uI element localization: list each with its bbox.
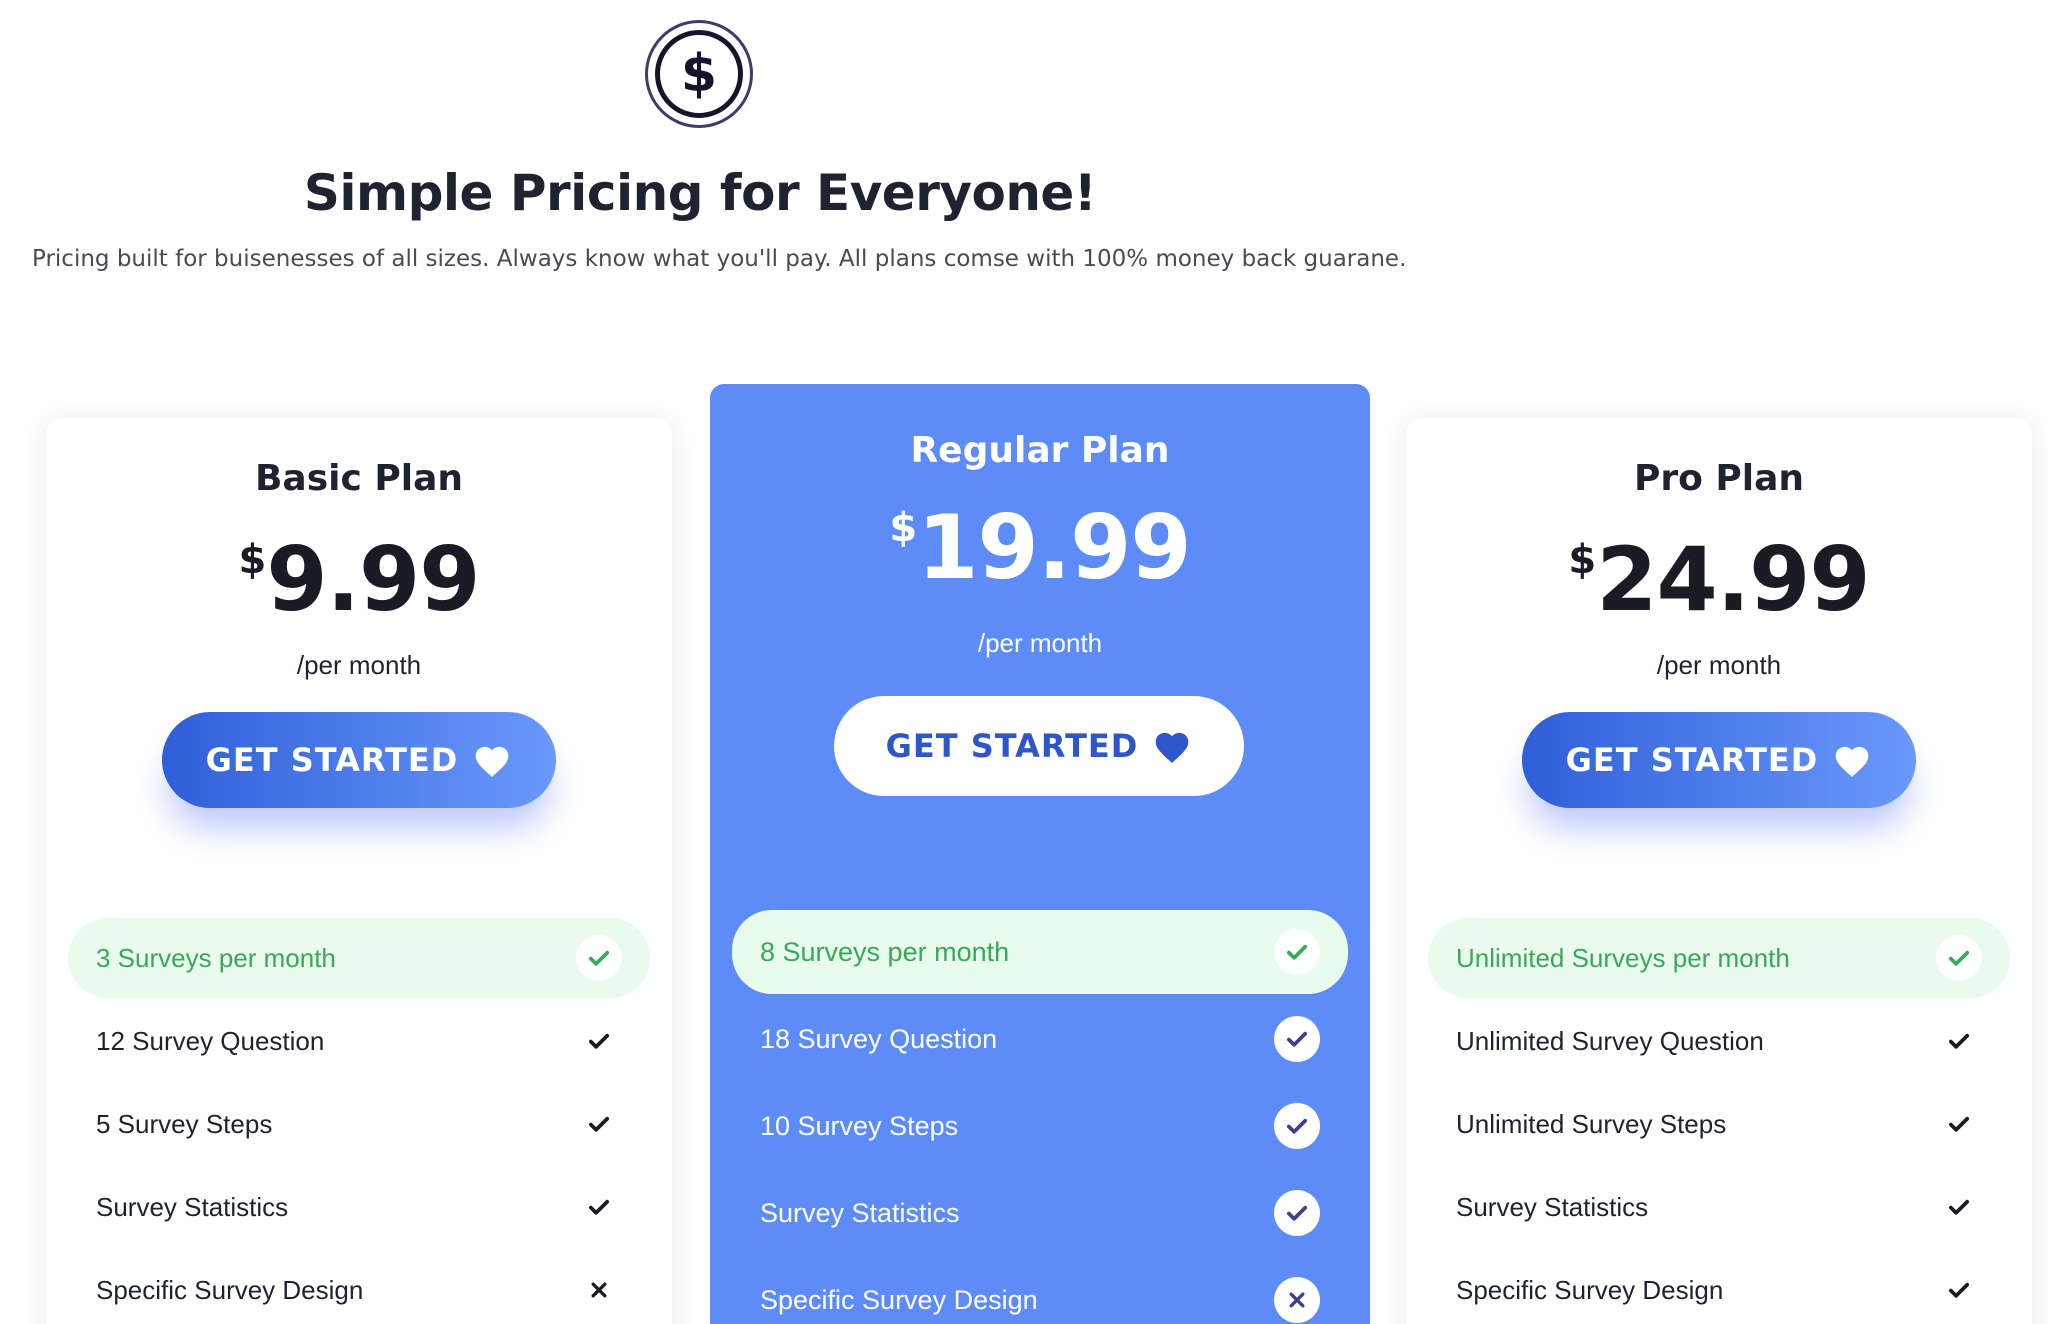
- feature-item: Survey Statistics: [1428, 1167, 2010, 1247]
- heart-icon: [472, 742, 512, 778]
- page-subtitle: Pricing built for buisenesses of all siz…: [32, 246, 1407, 272]
- dollar-sign: $: [655, 30, 743, 118]
- price-amount: 24.99: [1596, 528, 1870, 631]
- check-icon: [1274, 1190, 1320, 1236]
- feature-label: Survey Statistics: [1456, 1191, 1649, 1222]
- feature-item: Specific Survey Design: [732, 1258, 1348, 1324]
- feature-label: Specific Survey Design: [760, 1284, 1038, 1315]
- price-amount: 19.99: [917, 496, 1191, 599]
- currency-symbol: $: [1568, 537, 1597, 583]
- feature-item: 8 Surveys per month: [732, 910, 1348, 994]
- feature-item: 18 Survey Question: [732, 997, 1348, 1081]
- feature-label: Unlimited Survey Steps: [1456, 1108, 1727, 1139]
- get-started-button[interactable]: GET STARTED: [162, 712, 556, 808]
- feature-item: Survey Statistics: [68, 1167, 650, 1247]
- feature-list: 3 Surveys per month 12 Survey Question 5 S…: [68, 918, 650, 1324]
- feature-item: 10 Survey Steps: [732, 1084, 1348, 1168]
- feature-item: Unlimited Survey Question: [1428, 1001, 2010, 1081]
- check-icon: [1274, 929, 1320, 975]
- heart-icon: [1152, 728, 1192, 764]
- dollar-coin-icon: $: [645, 20, 753, 128]
- feature-item: Survey Statistics: [732, 1171, 1348, 1255]
- plan-name: Regular Plan: [910, 430, 1170, 471]
- feature-label: Survey Statistics: [760, 1197, 960, 1228]
- get-started-button[interactable]: GET STARTED: [1522, 712, 1916, 808]
- check-icon: [1936, 935, 1982, 981]
- page-title: Simple Pricing for Everyone!: [303, 164, 1097, 222]
- check-icon: [576, 1101, 622, 1147]
- feature-label: Unlimited Survey Question: [1456, 1025, 1764, 1056]
- get-started-label: GET STARTED: [205, 741, 459, 779]
- currency-symbol: $: [238, 537, 267, 583]
- plan-price: $19.99: [710, 504, 1370, 592]
- billing-period: /per month: [977, 628, 1103, 658]
- heart-icon: [1832, 742, 1872, 778]
- plan-card-pro: Pro Plan $24.99 /per month GET STARTED U…: [1406, 418, 2032, 1324]
- check-icon: [576, 1184, 622, 1230]
- feature-list: 8 Surveys per month 18 Survey Question 10 …: [732, 910, 1348, 1324]
- feature-item: Unlimited Surveys per month: [1428, 918, 2010, 998]
- get-started-button[interactable]: GET STARTED: [834, 696, 1244, 796]
- plan-name: Pro Plan: [1633, 458, 1805, 499]
- check-icon: [576, 935, 622, 981]
- check-icon: [1274, 1103, 1320, 1149]
- plan-name: Basic Plan: [254, 458, 464, 499]
- feature-label: Specific Survey Design: [1456, 1274, 1724, 1305]
- pricing-page: $ Simple Pricing for Everyone! Pricing b…: [0, 0, 2048, 1324]
- feature-item: Specific Survey Design: [1428, 1250, 2010, 1324]
- cross-icon: [576, 1267, 622, 1313]
- feature-label: 3 Surveys per month: [96, 942, 336, 973]
- feature-label: 5 Survey Steps: [96, 1108, 273, 1139]
- plan-card-basic: Basic Plan $9.99 /per month GET STARTED …: [46, 418, 672, 1324]
- check-icon: [1936, 1267, 1982, 1313]
- check-icon: [576, 1018, 622, 1064]
- feature-item: 3 Surveys per month: [68, 918, 650, 998]
- cross-icon: [1274, 1277, 1320, 1323]
- check-icon: [1936, 1018, 1982, 1064]
- check-icon: [1936, 1101, 1982, 1147]
- feature-item: 12 Survey Question: [68, 1001, 650, 1081]
- feature-list: Unlimited Surveys per month Unlimited Sur…: [1428, 918, 2010, 1324]
- currency-symbol: $: [889, 505, 918, 551]
- feature-label: Specific Survey Design: [96, 1274, 364, 1305]
- plan-price: $9.99: [46, 536, 672, 624]
- feature-item: 5 Survey Steps: [68, 1084, 650, 1164]
- price-amount: 9.99: [266, 528, 480, 631]
- get-started-label: GET STARTED: [885, 727, 1139, 765]
- feature-item: Unlimited Survey Steps: [1428, 1084, 2010, 1164]
- get-started-label: GET STARTED: [1565, 741, 1819, 779]
- feature-label: 12 Survey Question: [96, 1025, 325, 1056]
- check-icon: [1936, 1184, 1982, 1230]
- feature-label: 18 Survey Question: [760, 1023, 998, 1054]
- plan-card-regular: Regular Plan $19.99 /per month GET START…: [710, 384, 1370, 1324]
- feature-label: 8 Surveys per month: [760, 936, 1010, 967]
- billing-period: /per month: [1656, 650, 1782, 680]
- feature-label: Unlimited Surveys per month: [1456, 942, 1790, 973]
- check-icon: [1274, 1016, 1320, 1062]
- feature-item: Specific Survey Design: [68, 1250, 650, 1324]
- feature-label: 10 Survey Steps: [760, 1110, 959, 1141]
- plan-price: $24.99: [1406, 536, 2032, 624]
- billing-period: /per month: [296, 650, 422, 680]
- feature-label: Survey Statistics: [96, 1191, 289, 1222]
